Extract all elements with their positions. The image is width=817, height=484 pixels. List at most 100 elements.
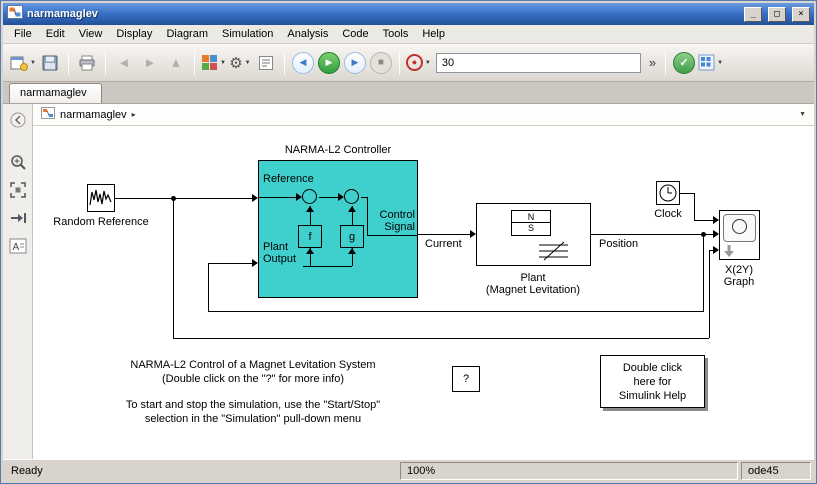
menu-file[interactable]: File xyxy=(7,26,39,42)
g-function-block: g xyxy=(340,225,364,248)
help-line: here for xyxy=(633,376,672,388)
controller-internal-line xyxy=(259,197,297,198)
controller-reference-label: Reference xyxy=(263,173,314,185)
annotation-line: selection in the "Simulation" pull-down … xyxy=(144,413,362,425)
chevron-down-icon[interactable]: ▼ xyxy=(30,60,36,66)
library-browser-button[interactable]: ▼ xyxy=(201,50,226,76)
signal-line-clock[interactable] xyxy=(680,193,694,194)
model-block-icon xyxy=(41,107,55,122)
stop-button[interactable]: ■ xyxy=(369,50,393,76)
menu-diagram[interactable]: Diagram xyxy=(159,26,215,42)
settings-button[interactable]: ⚙ ▼ xyxy=(228,50,252,76)
menu-simulation[interactable]: Simulation xyxy=(215,26,280,42)
menu-bar: File Edit View Display Diagram Simulatio… xyxy=(3,25,814,44)
down-arrow-icon xyxy=(724,245,734,257)
controller-internal-line xyxy=(367,235,418,236)
model-config-button[interactable] xyxy=(254,50,278,76)
menu-help[interactable]: Help xyxy=(415,26,452,42)
stop-time-input[interactable] xyxy=(435,52,641,73)
annotation-button[interactable]: A xyxy=(6,234,30,258)
signal-line-current[interactable] xyxy=(418,234,470,235)
back-button[interactable]: ◄ xyxy=(112,50,136,76)
magnet-icon: N S xyxy=(511,210,551,236)
hide-browser-icon xyxy=(10,112,25,128)
new-model-button[interactable]: ▼ xyxy=(10,50,36,76)
build-button[interactable]: ▼ xyxy=(698,50,723,76)
menu-edit[interactable]: Edit xyxy=(39,26,72,42)
controller-plant-output-label: Output xyxy=(263,253,297,265)
up-button[interactable]: ▲ xyxy=(164,50,188,76)
toolbar-separator xyxy=(67,50,69,75)
signal-line-clock[interactable] xyxy=(694,220,713,221)
status-bar: Ready 100% ode45 xyxy=(3,459,814,481)
back-icon: ◄ xyxy=(117,55,131,70)
minimize-button[interactable]: _ xyxy=(744,6,762,22)
tab-narmamaglev[interactable]: narmamaglev xyxy=(9,83,102,103)
diagram-canvas[interactable]: Random Reference NARMA-L2 Controller Ref… xyxy=(33,126,814,459)
save-button[interactable] xyxy=(38,50,62,76)
signal-line-reference[interactable] xyxy=(115,198,253,199)
close-button[interactable]: × xyxy=(792,6,810,22)
save-icon xyxy=(42,55,58,70)
chevron-down-icon[interactable]: ▼ xyxy=(245,60,251,66)
signal-line-feedback[interactable] xyxy=(208,311,704,312)
scope-circle-icon xyxy=(732,219,747,234)
simulink-help-block[interactable]: Double click here for Simulink Help xyxy=(600,355,705,408)
xy-graph-block[interactable] xyxy=(719,210,760,260)
graph-label: Graph xyxy=(723,276,755,288)
menu-code[interactable]: Code xyxy=(335,26,375,42)
check-icon: ✓ xyxy=(673,51,696,74)
stop-icon: ■ xyxy=(369,51,392,74)
annotation-line: (Double click on the "?" for more info) xyxy=(161,373,345,385)
stop-glyph: ■ xyxy=(377,57,384,68)
breadcrumb-dropdown-icon[interactable]: ▼ xyxy=(799,111,806,118)
plant-block[interactable]: N S xyxy=(476,203,591,266)
palette-sidebar: A xyxy=(3,104,33,459)
magnet-north-label: N xyxy=(527,212,535,222)
title-bar[interactable]: narmamaglev _ □ × xyxy=(3,3,814,25)
menu-analysis[interactable]: Analysis xyxy=(280,26,335,42)
narma-controller-block[interactable]: Reference f g Plant Output Control Signa… xyxy=(258,160,418,298)
signal-line-reference-branch[interactable] xyxy=(173,198,174,338)
zoom-button[interactable] xyxy=(6,150,30,174)
random-reference-block[interactable] xyxy=(87,184,115,212)
signal-line-feedback[interactable] xyxy=(703,234,704,311)
clock-block[interactable] xyxy=(656,181,680,205)
question-label: ? xyxy=(462,373,470,385)
model-config-icon xyxy=(258,55,273,70)
chevron-down-icon[interactable]: ▼ xyxy=(425,60,431,66)
tab-label: narmamaglev xyxy=(20,87,87,99)
step-back-button[interactable]: ◀ xyxy=(291,50,315,76)
maximize-button[interactable]: □ xyxy=(768,6,786,22)
menu-tools[interactable]: Tools xyxy=(376,26,416,42)
forward-button[interactable]: ► xyxy=(138,50,162,76)
arrowhead xyxy=(348,248,356,254)
new-model-icon xyxy=(10,56,28,71)
hide-browser-button[interactable] xyxy=(6,108,30,132)
toolbar-overflow-button[interactable]: » xyxy=(649,55,656,70)
step-forward-button[interactable]: ▶ xyxy=(343,50,367,76)
run-button[interactable]: ▶ xyxy=(317,50,341,76)
breadcrumb-model[interactable]: narmamaglev xyxy=(60,109,127,121)
question-block[interactable]: ? xyxy=(452,366,480,392)
chevron-down-icon[interactable]: ▼ xyxy=(220,60,226,66)
sum-circle xyxy=(302,189,317,204)
signal-line-clock[interactable] xyxy=(694,193,695,220)
position-signal-label: Position xyxy=(599,238,639,250)
fit-view-button[interactable] xyxy=(6,178,30,202)
breadcrumb-arrow-icon: ▸ xyxy=(131,110,136,119)
zoom-level: 100% xyxy=(400,461,738,480)
signal-line-feedback[interactable] xyxy=(208,263,209,311)
chevron-down-icon[interactable]: ▼ xyxy=(717,60,723,66)
arrowhead xyxy=(348,206,356,212)
menu-display[interactable]: Display xyxy=(109,26,159,42)
print-button[interactable] xyxy=(75,50,99,76)
signal-line-position[interactable] xyxy=(591,234,713,235)
record-button[interactable]: ● ▼ xyxy=(405,50,431,76)
annotation-instructions: To start and stop the simulation, use th… xyxy=(103,398,403,426)
update-diagram-button[interactable]: ✓ xyxy=(672,50,696,76)
menu-view[interactable]: View xyxy=(72,26,110,42)
signal-line-reference-branch[interactable] xyxy=(173,338,709,339)
signal-line-feedback[interactable] xyxy=(208,263,252,264)
